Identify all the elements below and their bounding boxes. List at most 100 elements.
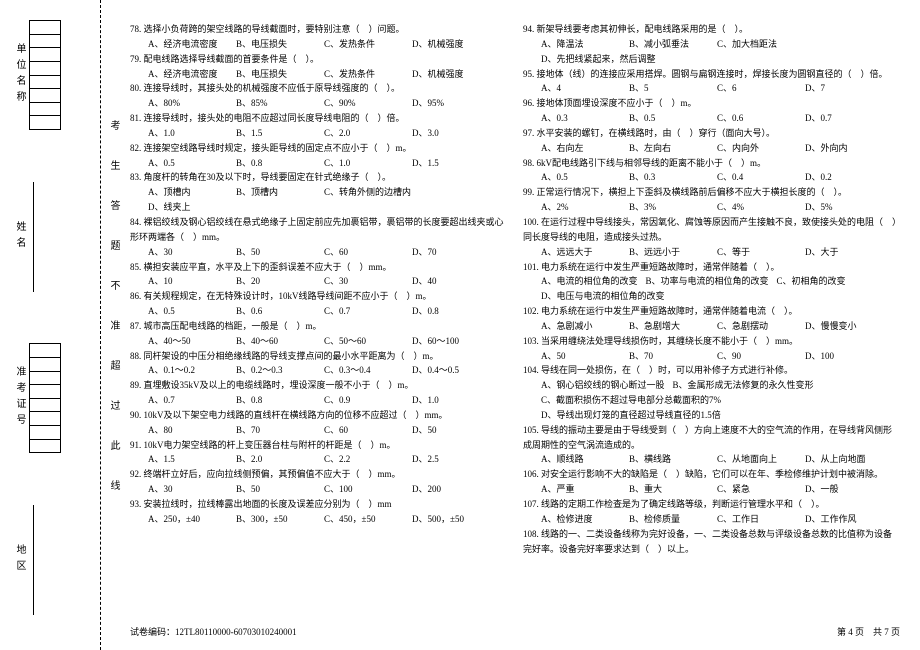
question-stem: 104. 导线在同一处损伤，在（ ）时，可以用补修子方式进行补修。: [523, 363, 898, 378]
question-options: A、80B、70C、60D、50: [130, 423, 505, 438]
question-stem: 81. 连接导线时，接头处的电阻不应超过同长度导线电阻的（ ）倍。: [130, 111, 505, 126]
option: D、机械强度: [412, 37, 492, 52]
question-89: 89. 直埋敷设35kV及以上的电缆线路时，埋设深度一般不小于（ ）m。A、0.…: [130, 378, 505, 408]
option: C、60: [324, 245, 404, 260]
question-stem: 101. 电力系统在运行中发生严重短路故障时，通常伴随着（ ）。: [523, 260, 898, 275]
question-94: 94. 新架导线要考虑其初伸长，配电线路采用的是（ ）。A、降温法B、减小弧垂法…: [523, 22, 898, 67]
option: D、100: [805, 349, 885, 364]
ticket-label: 准考证号: [10, 343, 29, 453]
question-stem: 108. 线路的一、二类设备线称为完好设备，一、二类设备总数与评级设备总数的比值…: [523, 527, 898, 557]
option: D、40: [412, 274, 492, 289]
question-87: 87. 城市高压配电线路的档距，一般是（ ）m。A、40～50B、40～60C、…: [130, 319, 505, 349]
question-options: A、右向左B、左向右C、内向外D、外向内: [523, 141, 898, 156]
option: C、0.4: [717, 170, 797, 185]
option: B、300，±50: [236, 512, 316, 527]
option: A、250，±40: [148, 512, 228, 527]
option: A、40～50: [148, 334, 228, 349]
question-stem: 88. 同杆架设的中压分相绝缘线路的导线支撑点间的最小水平距离为（ ）m。: [130, 349, 505, 364]
option: B、0.5: [629, 111, 709, 126]
question-106: 106. 对安全运行影响不大的缺陷是（ ）缺陷，它们可以在年、季检修维护计划中被…: [523, 467, 898, 497]
option: A、0.5: [148, 304, 228, 319]
option: D、0.8: [412, 304, 492, 319]
question-stem: 103. 当采用缠绕法处理导线损伤时，其缠绕长度不能小于（ ）mm。: [523, 334, 898, 349]
option: D、外向内: [805, 141, 885, 156]
unit-label: 单位名称: [10, 20, 29, 130]
question-stem: 80. 连接导线时，其接头处的机械强度不应低于原导线强度的（ ）。: [130, 81, 505, 96]
option: B、40～60: [236, 334, 316, 349]
option: B、检修质量: [629, 512, 709, 527]
option: D、60～100: [412, 334, 492, 349]
option: A、远远大于: [541, 245, 621, 260]
side-name: 姓名: [10, 182, 90, 292]
option: C、0.9: [324, 393, 404, 408]
question-stem: 79. 配电线路选择导线截面的首要条件是（ ）。: [130, 52, 505, 67]
question-options: A、80%B、85%C、90%D、95%: [130, 96, 505, 111]
option: B、20: [236, 274, 316, 289]
option: D、2.5: [412, 452, 492, 467]
question-78: 78. 选择小负荷跨的架空线路的导线截面时，要特别注意（ ）问题。A、经济电流密…: [130, 22, 505, 52]
question-105: 105. 导线的振动主要是由于导线受到（ ）方向上速度不大的空气流的作用，在导线…: [523, 423, 898, 468]
option: D、0.7: [805, 111, 885, 126]
question-stem: 94. 新架导线要考虑其初伸长，配电线路采用的是（ ）。: [523, 22, 898, 37]
option: A、经济电流密度: [148, 37, 228, 52]
question-stem: 91. 10kV电力架空线路的杆上变压器台柱与附杆的杆距是（ ）m。: [130, 438, 505, 453]
option: B、金属形成无法修复的永久性变形: [673, 378, 814, 393]
option: A、10: [148, 274, 228, 289]
question-stem: 96. 接地体顶面埋设深度不应小于（ ）m。: [523, 96, 898, 111]
question-stem: 87. 城市高压配电线路的档距，一般是（ ）m。: [130, 319, 505, 334]
question-stem: 107. 线路的定期工作检查是为了确定线路等级，判断运行管理水平和（ ）。: [523, 497, 898, 512]
question-104: 104. 导线在同一处损伤，在（ ）时，可以用补修子方式进行补修。A、钢心铝绞线…: [523, 363, 898, 422]
option: B、0.8: [236, 393, 316, 408]
question-stem: 95. 接地体（线）的连接应采用搭焊。圆钢与扁钢连接时，焊接长度为圆钢直径的（ …: [523, 67, 898, 82]
option: C、450，±50: [324, 512, 404, 527]
option: A、经济电流密度: [148, 67, 228, 82]
question-85: 85. 横担安装应平直，水平及上下的歪斜误差不应大于（ ）mm。A、10B、20…: [130, 260, 505, 290]
question-options: A、0.5B、0.3C、0.4D、0.2: [523, 170, 898, 185]
option: A、急剧减小: [541, 319, 621, 334]
question-options: A、10B、20C、30D、40: [130, 274, 505, 289]
option: D、200: [412, 482, 492, 497]
question-options: A、降温法B、减小弧垂法C、加大档距法D、先把线紧起来，然后调整: [523, 37, 898, 67]
option: C、发热条件: [324, 37, 404, 52]
question-stem: 102. 电力系统在运行中发生严重短路故障时，通常伴随着电流（ ）。: [523, 304, 898, 319]
option: C、紧急: [717, 482, 797, 497]
question-column-left: 78. 选择小负荷跨的架空线路的导线截面时，要特别注意（ ）问题。A、经济电流密…: [130, 22, 505, 556]
question-options: A、经济电流密度B、电压损失C、发热条件D、机械强度: [130, 67, 505, 82]
option: B、70: [629, 349, 709, 364]
question-84: 84. 裸铝绞线及钢心铝绞线在悬式绝缘子上固定前应先加裹铝带，裹铝带的长度要超出…: [130, 215, 505, 260]
option: C、转角外侧的边槽内: [324, 185, 411, 200]
option: B、重大: [629, 482, 709, 497]
option: A、2%: [541, 200, 621, 215]
option: B、功率与电流的相位角的改变: [646, 274, 769, 289]
question-79: 79. 配电线路选择导线截面的首要条件是（ ）。A、经济电流密度B、电压损失C、…: [130, 52, 505, 82]
option: C、60: [324, 423, 404, 438]
question-stem: 90. 10kV及以下架空电力线路的直线杆在横线路方向的位移不应超过（ ）mm。: [130, 408, 505, 423]
option: D、导线出现灯笼的直径超过导线直径的1.5倍: [541, 408, 721, 423]
question-options: A、钢心铝绞线的钢心断过一股B、金属形成无法修复的永久性变形C、截面积损伤不超过…: [523, 378, 898, 423]
question-100: 100. 在运行过程中导线接头，常因氧化、腐蚀等原因而产生接触不良，致使接头处的…: [523, 215, 898, 260]
option: A、80: [148, 423, 228, 438]
option: D、70: [412, 245, 492, 260]
question-options: A、经济电流密度B、电压损失C、发热条件D、机械强度: [130, 37, 505, 52]
question-90: 90. 10kV及以下架空电力线路的直线杆在横线路方向的位移不应超过（ ）mm。…: [130, 408, 505, 438]
question-options: A、30B、50C、60D、70: [130, 245, 505, 260]
question-stem: 83. 角度杆的转角在30及以下时，导线要固定在针式绝缘子（ ）。: [130, 170, 505, 185]
question-stem: 78. 选择小负荷跨的架空线路的导线截面时，要特别注意（ ）问题。: [130, 22, 505, 37]
question-options: A、0.7B、0.8C、0.9D、1.0: [130, 393, 505, 408]
option: D、95%: [412, 96, 492, 111]
question-options: A、50B、70C、90D、100: [523, 349, 898, 364]
question-86: 86. 有关规程规定，在无特殊设计时，10kV线路导线间距不应小于（ ）m。A、…: [130, 289, 505, 319]
option: C、0.3～0.4: [324, 363, 404, 378]
question-options: A、30B、50C、100D、200: [130, 482, 505, 497]
option: C、0.6: [717, 111, 797, 126]
binding-dashed-line: [100, 0, 101, 650]
option: C、0.7: [324, 304, 404, 319]
question-options: A、1.5B、2.0C、2.2D、2.5: [130, 452, 505, 467]
question-82: 82. 连接架空线路导线时规定，接头距导线的固定点不应小于（ ）m。A、0.5B…: [130, 141, 505, 171]
question-options: A、0.3B、0.5C、0.6D、0.7: [523, 111, 898, 126]
option: C、2.0: [324, 126, 404, 141]
option: D、1.5: [412, 156, 492, 171]
option: C、90%: [324, 96, 404, 111]
option: D、3.0: [412, 126, 492, 141]
option: B、50: [236, 245, 316, 260]
